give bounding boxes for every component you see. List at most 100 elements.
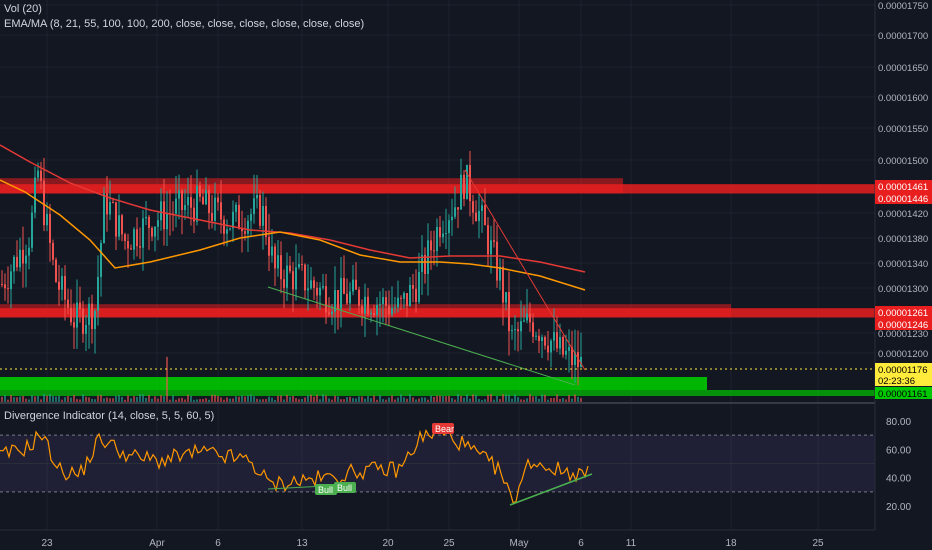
candle-body (508, 292, 510, 332)
oscillator-tick-label: 60.00 (886, 445, 911, 456)
volume-bar (193, 399, 195, 402)
candle-body (436, 227, 438, 252)
candle-body (568, 347, 570, 351)
candle-body (559, 336, 561, 349)
candle-body (490, 240, 492, 255)
volume-bar (331, 399, 333, 402)
candle-body (310, 280, 312, 289)
candle-body (76, 302, 78, 328)
candle-body (430, 240, 432, 251)
candle-body (418, 271, 420, 302)
candle-body (43, 180, 45, 226)
candle-body (550, 340, 552, 353)
candle-body (301, 264, 303, 266)
candle-body (325, 286, 327, 313)
candle-body (4, 284, 6, 289)
volume-bar (268, 396, 270, 402)
candle-body (229, 228, 231, 230)
candle-body (112, 202, 114, 204)
price-label-text: 0.00001446 (878, 194, 928, 205)
volume-bar (91, 398, 93, 402)
candle-body (37, 170, 39, 178)
bear-marker-label: Bear (435, 424, 454, 434)
candle-body (439, 227, 441, 238)
volume-bar (304, 397, 306, 402)
volume-bar (184, 399, 186, 402)
volume-bar (220, 397, 222, 402)
candle-body (67, 299, 69, 308)
volume-bar (352, 398, 354, 402)
volume-bar (7, 399, 9, 402)
price-label-badge: 0.00001461 (875, 180, 932, 193)
candle-body (277, 255, 279, 269)
volume-bar (427, 399, 429, 402)
volume-bar (241, 395, 243, 402)
candle-body (397, 297, 399, 308)
volume-bar (127, 395, 129, 402)
candle-body (352, 279, 354, 292)
candle-body (190, 197, 192, 208)
price-tick-label: 0.00001550 (878, 124, 928, 135)
candle-body (148, 216, 150, 228)
volume-bar (460, 395, 462, 402)
volume-bar (1, 396, 3, 402)
divergence-legend[interactable]: Divergence Indicator (14, close, 5, 5, 6… (4, 410, 214, 422)
candle-body (235, 204, 237, 212)
volume-bar (202, 398, 204, 402)
support-zone (0, 377, 707, 390)
time-tick-label: 18 (725, 538, 737, 549)
volume-bar (295, 398, 297, 402)
volume-bar (124, 399, 126, 402)
price-tick-label: 0.00001600 (878, 93, 928, 104)
price-tick-label: 0.00001750 (878, 1, 928, 12)
candle-body (529, 313, 531, 323)
volume-bar (97, 395, 99, 402)
volume-bar (106, 397, 108, 402)
candle-body (403, 293, 405, 299)
volume-bar (358, 396, 360, 402)
candle-body (7, 288, 9, 290)
candle-body (13, 256, 15, 272)
volume-bar (439, 395, 441, 402)
volume-bar (517, 397, 519, 402)
candle-body (196, 185, 198, 222)
volume-bar (436, 395, 438, 402)
candle-body (409, 284, 411, 306)
candle-body (94, 310, 96, 329)
candle-body (385, 297, 387, 306)
volume-bar (451, 398, 453, 402)
time-tick-label: 13 (296, 538, 308, 549)
ema-legend[interactable]: EMA/MA (8, 21, 55, 100, 100, 200, close,… (4, 18, 364, 30)
candle-body (292, 271, 294, 290)
volume-bar (10, 394, 12, 402)
volume-bar (322, 394, 324, 402)
candle-body (484, 205, 486, 226)
candle-body (526, 313, 528, 321)
volume-bar (58, 395, 60, 402)
candle (562, 335, 564, 358)
volume-bar (523, 399, 525, 402)
volume-bar (229, 398, 231, 402)
volume-bar (169, 399, 171, 402)
volume-bar (520, 399, 522, 402)
candle-body (313, 280, 315, 288)
volume-legend[interactable]: Vol (20) (4, 3, 42, 15)
volume-bar (325, 395, 327, 402)
candle-body (259, 194, 261, 226)
volume-bar (472, 394, 474, 402)
volume-bar (157, 398, 159, 402)
volume-bar (574, 394, 576, 402)
volume-bar (244, 396, 246, 402)
candle-body (322, 286, 324, 288)
volume-bar (343, 399, 345, 402)
time-tick-label: 23 (41, 538, 53, 549)
volume-bar (136, 397, 138, 402)
candle-body (328, 312, 330, 315)
candle-body (151, 227, 153, 237)
volume-bar (172, 395, 174, 402)
candle-body (22, 249, 24, 264)
chart-canvas[interactable]: Bear Bull Bull 0.00001750 0.00001700 0.000016… (0, 0, 932, 550)
candle-body (544, 337, 546, 346)
bull-marker-2: Bull (334, 482, 356, 493)
time-tick-label: 25 (812, 538, 824, 549)
